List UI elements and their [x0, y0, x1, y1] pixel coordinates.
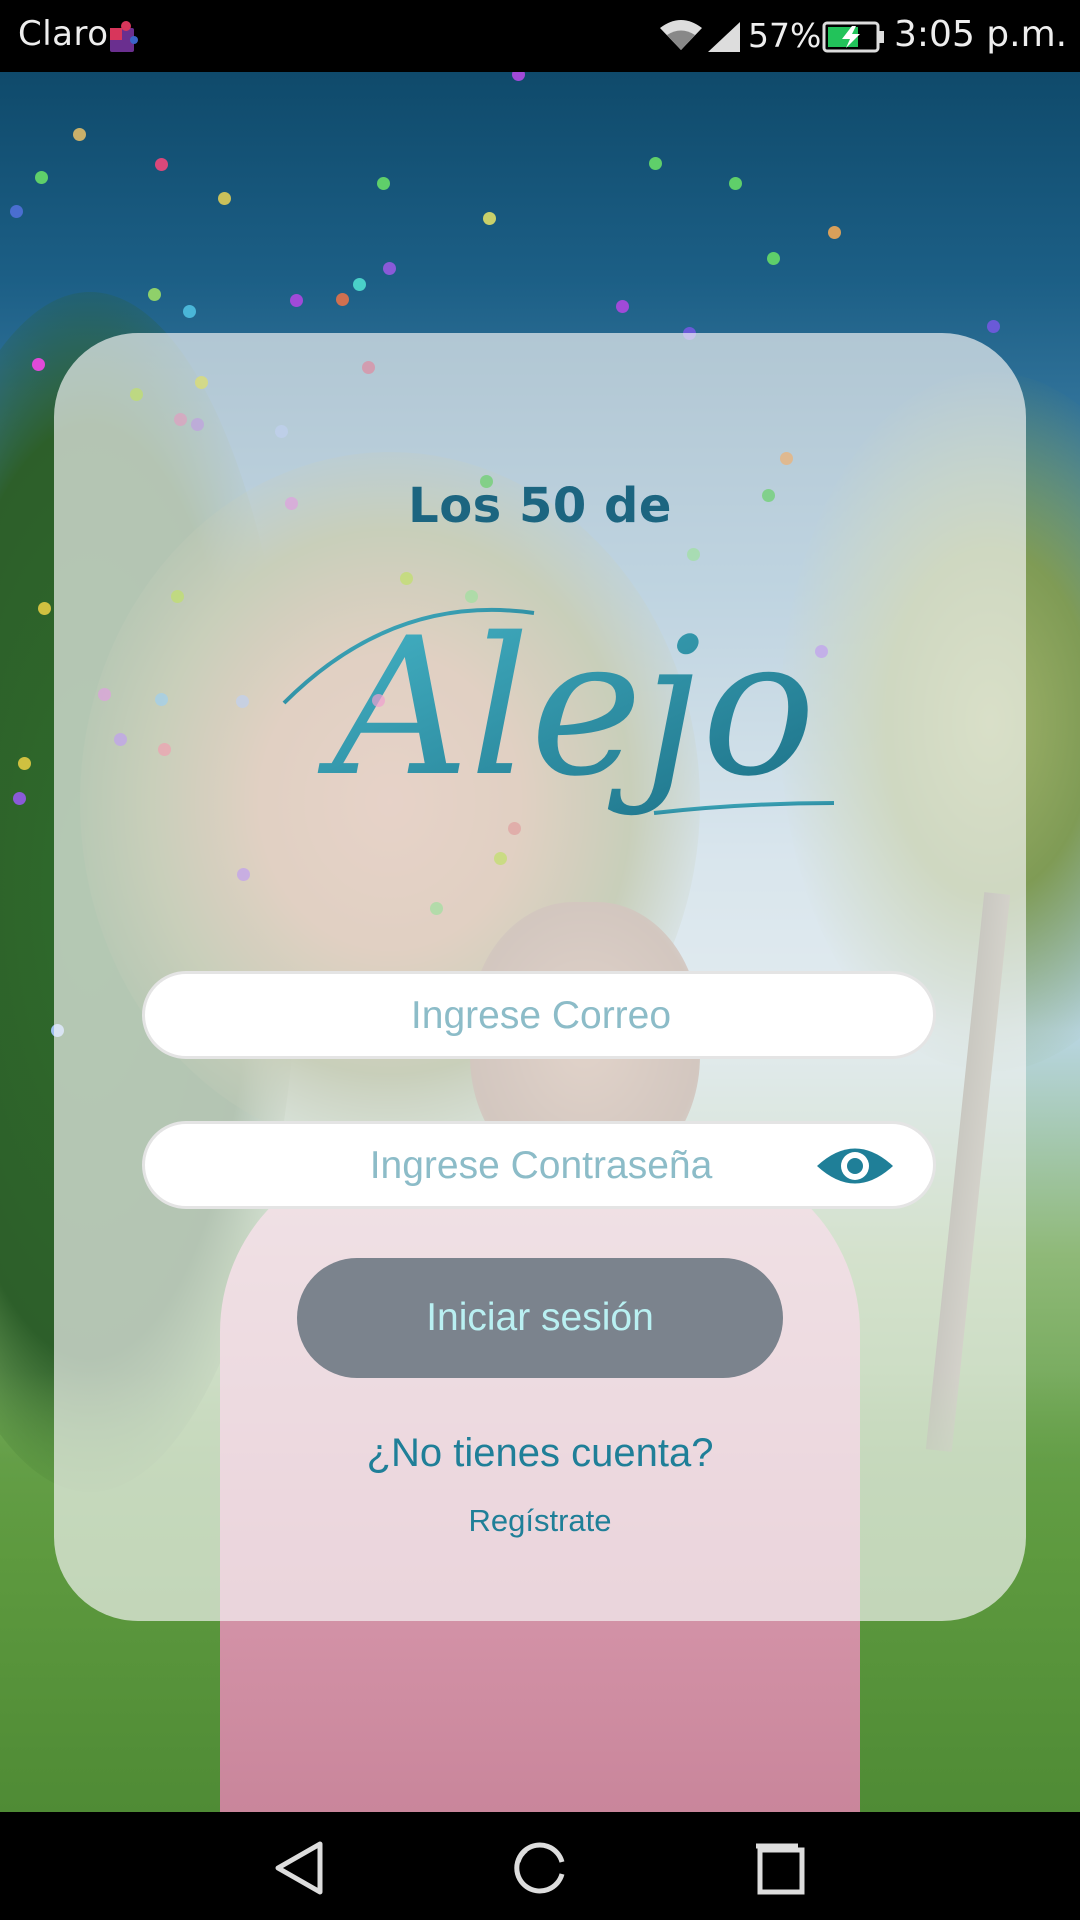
confetti-dot [13, 792, 26, 805]
confetti-dot [480, 475, 493, 488]
confetti-dot [362, 361, 375, 374]
confetti-dot [148, 288, 161, 301]
confetti-dot [430, 902, 443, 915]
battery-charging-icon [822, 21, 884, 53]
back-icon[interactable] [268, 1836, 332, 1900]
confetti-dot [236, 695, 249, 708]
confetti-dot [114, 733, 127, 746]
confetti-dot [400, 572, 413, 585]
confetti-dot [155, 693, 168, 706]
confetti-dot [465, 590, 478, 603]
email-input[interactable] [145, 974, 937, 1058]
confetti-dot [828, 226, 841, 239]
puzzle-icon [110, 21, 138, 52]
no-account-text: ¿No tienes cuenta? [366, 1431, 714, 1475]
navigation-bar [0, 1812, 1080, 1920]
carrier-name: Claro [18, 14, 109, 54]
login-card: Los 50 de Alejo Iniciar sesión [54, 333, 1026, 1621]
confetti-dot [290, 294, 303, 307]
login-screen: Claro 57% 3:05 p.m. Los 50 de Alejo Ingr… [0, 0, 1080, 1920]
confetti-dot [237, 868, 250, 881]
battery-percent: 57% [748, 16, 822, 55]
confetti-dot [687, 548, 700, 561]
confetti-dot [353, 278, 366, 291]
recent-apps-icon[interactable] [748, 1836, 812, 1900]
logo-script: Alejo [282, 597, 835, 818]
confetti-dot [987, 320, 1000, 333]
confetti-dot [494, 852, 507, 865]
confetti-dot [483, 212, 496, 225]
confetti-dot [372, 694, 385, 707]
confetti-dot [38, 602, 51, 615]
confetti-dot [32, 358, 45, 371]
confetti-dot [377, 177, 390, 190]
signal-icon [708, 22, 740, 52]
confetti-dot [780, 452, 793, 465]
logo-top-text: Los 50 de [408, 478, 672, 534]
confetti-dot [35, 171, 48, 184]
confetti-dot [762, 489, 775, 502]
confetti-dot [171, 590, 184, 603]
confetti-dot [275, 425, 288, 438]
confetti-dot [285, 497, 298, 510]
email-field-container [142, 971, 937, 1059]
wifi-icon [660, 20, 702, 50]
confetti-dot [18, 757, 31, 770]
confetti-dot [195, 376, 208, 389]
eye-icon[interactable] [815, 1141, 895, 1191]
confetti-dot [73, 128, 86, 141]
confetti-dot [191, 418, 204, 431]
register-link[interactable]: Regístrate [54, 1503, 1026, 1539]
home-icon[interactable] [508, 1836, 572, 1900]
confetti-dot [616, 300, 629, 313]
confetti-dot [158, 743, 171, 756]
confetti-dot [383, 262, 396, 275]
confetti-dot [155, 158, 168, 171]
confetti-dot [130, 388, 143, 401]
login-button[interactable]: Iniciar sesión [297, 1258, 783, 1378]
confetti-dot [10, 205, 23, 218]
status-bar: Claro 57% 3:05 p.m. [0, 0, 1080, 72]
confetti-dot [183, 305, 196, 318]
confetti-dot [767, 252, 780, 265]
confetti-dot [649, 157, 662, 170]
confetti-dot [508, 822, 521, 835]
confetti-dot [336, 293, 349, 306]
password-field-container [142, 1121, 937, 1209]
confetti-dot [98, 688, 111, 701]
confetti-dot [815, 645, 828, 658]
status-clock: 3:05 p.m. [894, 14, 1068, 55]
confetti-dot [218, 192, 231, 205]
confetti-dot [174, 413, 187, 426]
confetti-dot [729, 177, 742, 190]
